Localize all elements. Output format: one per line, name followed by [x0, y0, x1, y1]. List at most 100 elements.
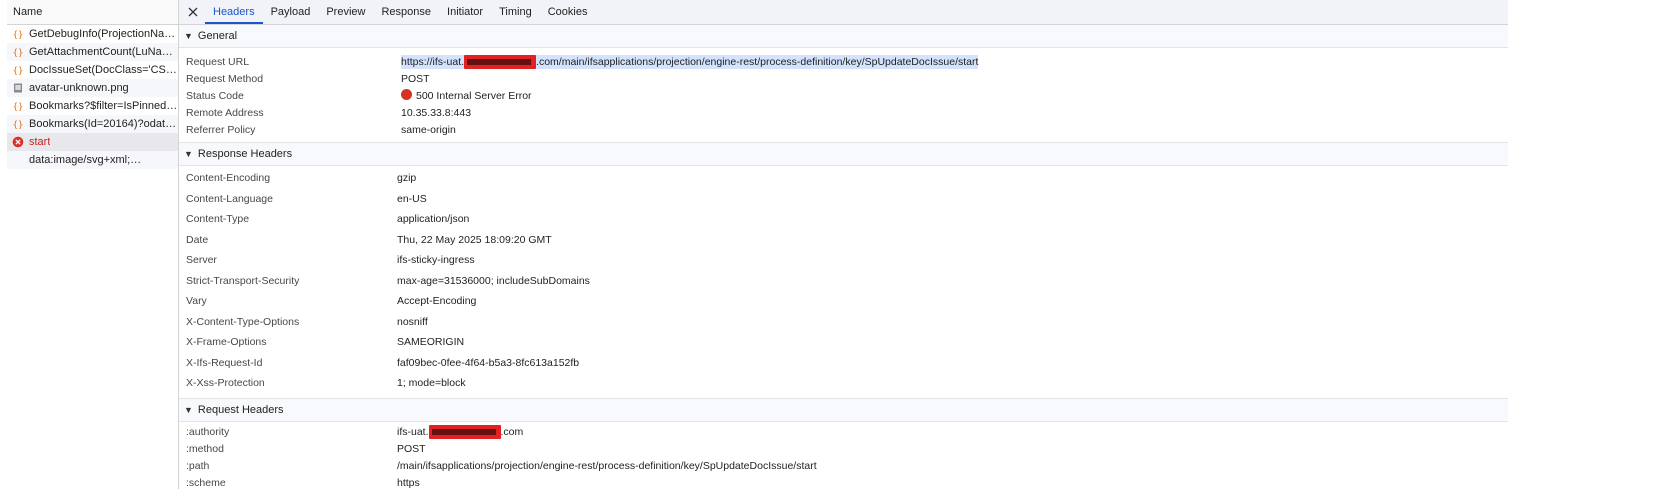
response-header-row: X-Ifs-Request-Id faf09bec-0fee-4f64-b5a3-…: [179, 353, 1508, 374]
path-label: :path: [186, 460, 210, 472]
header-name: Content-Type: [186, 213, 250, 226]
tab-preview[interactable]: Preview: [318, 0, 373, 24]
header-value: gzip: [397, 172, 417, 185]
request-url-prefix: https://ifs-uat.: [401, 55, 465, 68]
status-code-value: 500 Internal Server Error: [401, 89, 532, 102]
request-list-item[interactable]: {} GetDebugInfo(ProjectionNam…: [7, 25, 178, 43]
header-name: X-Xss-Protection: [186, 377, 265, 390]
status-code-text: 500 Internal Server Error: [416, 89, 532, 102]
general-section-header[interactable]: ▼ General: [179, 25, 1508, 48]
tab-list: Headers Payload Preview Response Initiator Ti…: [205, 0, 595, 24]
request-list-item[interactable]: start: [7, 133, 178, 151]
request-method-row: Request Method POST: [179, 70, 1508, 87]
request-list-panel: Name {} GetDebugInfo(ProjectionNam… {} GetA…: [7, 0, 179, 489]
authority-label: :authority: [186, 426, 230, 438]
authority-suffix: .com: [500, 425, 524, 438]
response-header-row: Date Thu, 22 May 2025 18:09:20 GMT: [179, 230, 1508, 251]
request-headers-section-header[interactable]: ▼ Request Headers: [179, 397, 1508, 422]
authority-row: :authority ifs-uat. .com: [179, 424, 1508, 441]
error-status-icon: [401, 89, 412, 101]
request-list-item[interactable]: avatar-unknown.png: [7, 79, 178, 97]
blank-area: [1508, 0, 1669, 489]
header-value: ifs-sticky-ingress: [397, 254, 475, 267]
collapse-triangle-icon: ▼: [184, 31, 193, 41]
response-header-row: X-Xss-Protection 1; mode=block: [179, 373, 1508, 394]
header-name: Vary: [186, 295, 207, 308]
response-header-row: Content-Language en-US: [179, 189, 1508, 210]
request-list-item[interactable]: {} Bookmarks?$filter=IsPinned%…: [7, 97, 178, 115]
tab-payload[interactable]: Payload: [263, 0, 319, 24]
detail-tab-bar: Headers Payload Preview Response Initiator Ti…: [179, 0, 1508, 25]
authority-value: ifs-uat. .com: [397, 425, 523, 439]
response-headers-title: Response Headers: [197, 148, 293, 160]
referrer-policy-row: Referrer Policy same-origin: [179, 121, 1508, 138]
request-method-value: POST: [401, 72, 430, 85]
close-icon[interactable]: [183, 0, 203, 24]
request-headers-section: :authority ifs-uat. .com :method POST :pa…: [179, 422, 1508, 489]
header-name: X-Frame-Options: [186, 336, 267, 349]
path-row: :path /main/ifsapplications/projection/e…: [179, 458, 1508, 475]
referrer-policy-label: Referrer Policy: [186, 123, 256, 136]
svg-text:{}: {}: [13, 31, 24, 41]
scheme-row: :scheme https: [179, 475, 1508, 489]
request-url-label: Request URL: [186, 55, 250, 68]
request-name: start: [29, 136, 51, 148]
tab-initiator[interactable]: Initiator: [439, 0, 491, 24]
redacted-domain: [464, 54, 537, 69]
redacted-domain: [428, 425, 501, 439]
image-file-icon: [12, 82, 24, 94]
svg-text:{}: {}: [13, 67, 24, 77]
method-label: :method: [186, 443, 224, 455]
header-value: max-age=31536000; includeSubDomains: [397, 274, 590, 287]
response-header-row: Content-Encoding gzip: [179, 168, 1508, 189]
tab-cookies[interactable]: Cookies: [540, 0, 596, 24]
header-value: faf09bec-0fee-4f64-b5a3-8fc613a152fb: [397, 356, 580, 369]
path-value: /main/ifsapplications/projection/engine-…: [397, 460, 817, 472]
header-name: Server: [186, 254, 217, 267]
request-name: data:image/svg+xml;…: [29, 154, 142, 166]
request-list-item[interactable]: {} Bookmarks(Id=20164)?odata-…: [7, 115, 178, 133]
json-braces-icon: {}: [12, 46, 24, 59]
response-headers-section: Content-Encoding gzip Content-Language en-U…: [179, 166, 1508, 398]
remote-address-label: Remote Address: [186, 106, 264, 119]
remote-address-value: 10.35.33.8:443: [401, 106, 472, 119]
header-value: en-US: [397, 192, 427, 205]
header-value: SAMEORIGIN: [397, 336, 465, 349]
tab-response[interactable]: Response: [373, 0, 439, 24]
header-value: Thu, 22 May 2025 18:09:20 GMT: [397, 233, 552, 246]
status-code-label: Status Code: [186, 89, 244, 102]
json-braces-icon: {}: [12, 28, 24, 41]
header-name: Content-Encoding: [186, 172, 271, 185]
request-list-item[interactable]: {} GetAttachmentCount(LuName…: [7, 43, 178, 61]
remote-address-row: Remote Address 10.35.33.8:443: [179, 104, 1508, 121]
json-braces-icon: {}: [12, 118, 24, 131]
name-column-header[interactable]: Name: [7, 0, 178, 25]
request-name: avatar-unknown.png: [29, 82, 129, 94]
tab-headers[interactable]: Headers: [205, 0, 263, 24]
scheme-value: https: [397, 477, 420, 489]
request-headers-title: Request Headers: [197, 403, 284, 416]
header-value: nosniff: [397, 315, 428, 328]
blank-icon: [12, 154, 24, 166]
request-url-row: Request URL https://ifs-uat. .com/main/if…: [179, 53, 1508, 70]
response-headers-section-header[interactable]: ▼ Response Headers: [179, 142, 1508, 166]
collapse-triangle-icon: ▼: [184, 149, 193, 159]
header-value: application/json: [397, 213, 470, 226]
request-name: Bookmarks?$filter=IsPinned%…: [29, 100, 178, 112]
response-header-row: Content-Type application/json: [179, 209, 1508, 230]
request-list: {} GetDebugInfo(ProjectionNam… {} GetAttach…: [7, 25, 178, 169]
request-name: Bookmarks(Id=20164)?odata-…: [29, 118, 178, 130]
header-name: X-Content-Type-Options: [186, 315, 300, 328]
request-url-suffix: .com/main/ifsapplications/projection/eng…: [536, 55, 979, 68]
header-name: X-Ifs-Request-Id: [186, 356, 263, 369]
tab-timing[interactable]: Timing: [491, 0, 540, 24]
request-name: GetAttachmentCount(LuName…: [29, 46, 178, 58]
request-list-item[interactable]: {} DocIssueSet(DocClass='CSV',D…: [7, 61, 178, 79]
header-name: Strict-Transport-Security: [186, 274, 300, 287]
response-header-row: Server ifs-sticky-ingress: [179, 250, 1508, 271]
status-code-row: Status Code 500 Internal Server Error: [179, 87, 1508, 104]
response-header-row: X-Content-Type-Options nosniff: [179, 312, 1508, 333]
request-url-value[interactable]: https://ifs-uat. .com/main/ifsapplication…: [401, 54, 979, 69]
header-value: Accept-Encoding: [397, 295, 477, 308]
request-list-item[interactable]: data:image/svg+xml;…: [7, 151, 178, 169]
